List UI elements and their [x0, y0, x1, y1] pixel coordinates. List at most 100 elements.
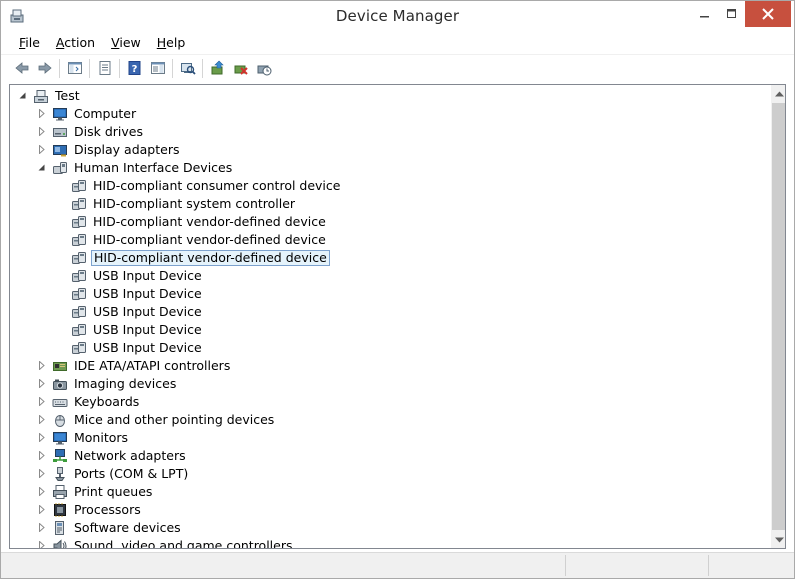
tree-device[interactable]: HID-compliant vendor-defined device [10, 231, 770, 249]
tree-device[interactable]: USB Input Device [10, 303, 770, 321]
menu-mnemonic: A [55, 35, 65, 50]
action-pane-button[interactable] [146, 57, 169, 80]
scroll-thumb[interactable] [772, 103, 785, 530]
tree-expander[interactable] [37, 541, 46, 548]
tree-expander[interactable] [37, 109, 46, 118]
tree-category[interactable]: Mice and other pointing devices [10, 411, 770, 429]
vertical-scrollbar[interactable] [771, 85, 785, 548]
tree-expander[interactable] [37, 415, 46, 424]
tree-expander[interactable] [37, 397, 46, 406]
forward-arrow-button[interactable] [33, 57, 56, 80]
device-manager-window: Device Manager File Action View Help ? Test… [0, 0, 795, 579]
status-bar [1, 552, 794, 578]
close-button[interactable] [745, 1, 791, 27]
expand-arrow-icon [38, 451, 45, 460]
status-pane-main [3, 555, 566, 576]
tree-expander[interactable] [37, 487, 46, 496]
tree-device[interactable]: USB Input Device [10, 267, 770, 285]
expand-arrow-icon [38, 361, 45, 370]
menu-label-rest: elp [166, 35, 186, 50]
tree-category[interactable]: Print queues [10, 483, 770, 501]
expand-arrow-icon [38, 127, 45, 136]
scroll-up-button[interactable] [771, 85, 785, 102]
tree-expander[interactable] [37, 451, 46, 460]
menu-view[interactable]: View [103, 32, 149, 53]
scroll-down-button[interactable] [771, 531, 785, 548]
tree-device[interactable]: HID-compliant vendor-defined device [10, 249, 770, 267]
tree-expander[interactable] [37, 127, 46, 136]
menu-action[interactable]: Action [48, 32, 103, 53]
tree-category[interactable]: Computer [10, 105, 770, 123]
title-bar[interactable]: Device Manager [1, 1, 794, 32]
hid-device-icon [72, 306, 86, 318]
tree-expander[interactable] [37, 433, 46, 442]
tree-expander[interactable] [37, 361, 46, 370]
tree-device[interactable]: USB Input Device [10, 285, 770, 303]
tree-item-label: USB Input Device [93, 322, 202, 337]
tree-item-label: Software devices [74, 520, 181, 535]
tree-expander[interactable] [37, 379, 46, 388]
hid-device-icon [72, 198, 86, 210]
close-icon [762, 8, 774, 20]
status-pane-tertiary [710, 555, 790, 576]
tree-expander[interactable] [37, 145, 46, 154]
tree-category[interactable]: Display adapters [10, 141, 770, 159]
tree-device[interactable]: HID-compliant vendor-defined device [10, 213, 770, 231]
tree-item-label: Keyboards [74, 394, 140, 409]
tree-category[interactable]: Network adapters [10, 447, 770, 465]
show-hide-console-tree-button[interactable] [63, 57, 86, 80]
toolbar-separator [172, 58, 173, 78]
tree-category[interactable]: Software devices [10, 519, 770, 537]
tree-category[interactable]: Keyboards [10, 393, 770, 411]
tree-expander[interactable] [37, 469, 46, 478]
tree-category[interactable]: Ports (COM & LPT) [10, 465, 770, 483]
menu-help[interactable]: Help [149, 32, 194, 53]
tree-category[interactable]: Human Interface Devices [10, 159, 770, 177]
tree-device[interactable]: HID-compliant system controller [10, 195, 770, 213]
tree-expander[interactable] [37, 163, 46, 172]
tree-item-label: HID-compliant vendor-defined device [93, 214, 326, 229]
tree-root[interactable]: Test [10, 87, 770, 105]
tree-category[interactable]: Processors [10, 501, 770, 519]
expand-arrow-icon [38, 487, 45, 496]
help-icon: ? [128, 61, 140, 75]
minimize-button[interactable] [691, 1, 719, 27]
properties-button[interactable] [93, 57, 116, 80]
tree-expander[interactable] [37, 505, 46, 514]
collapse-arrow-icon [38, 164, 45, 171]
maximize-button[interactable] [719, 1, 745, 27]
device-tree[interactable]: Test Computer Disk drives Display adapters H… [10, 85, 770, 548]
tree-item-label: Ports (COM & LPT) [74, 466, 189, 481]
tree-item-label: Monitors [74, 430, 129, 445]
tree-item-label: Computer [74, 106, 137, 121]
enable-device-button[interactable] [252, 57, 275, 80]
uninstall-device-icon [234, 65, 248, 75]
disk-drive-icon [53, 128, 67, 137]
tree-category[interactable]: IDE ATA/ATAPI controllers [10, 357, 770, 375]
uninstall-device-button[interactable] [229, 57, 252, 80]
tree-expander[interactable] [18, 91, 27, 100]
update-driver-button[interactable] [206, 57, 229, 80]
tree-item-label: USB Input Device [93, 304, 202, 319]
scan-hardware-changes-button[interactable] [176, 57, 199, 80]
tree-device[interactable]: HID-compliant consumer control device [10, 177, 770, 195]
hid-device-icon [72, 288, 86, 300]
tree-category[interactable]: Imaging devices [10, 375, 770, 393]
hid-device-icon [72, 324, 86, 336]
tree-item-label: Disk drives [74, 124, 143, 139]
tree-category[interactable]: Monitors [10, 429, 770, 447]
scroll-up-arrow-icon [775, 91, 784, 96]
software-device-icon [55, 521, 64, 535]
tree-device[interactable]: USB Input Device [10, 321, 770, 339]
tree-category[interactable]: Sound, video and game controllers [10, 537, 770, 548]
hid-device-icon [72, 270, 86, 282]
tree-device[interactable]: USB Input Device [10, 339, 770, 357]
menu-file[interactable]: File [11, 32, 48, 53]
help-button[interactable]: ? [123, 57, 146, 80]
window-title: Device Manager [335, 7, 460, 25]
monitor-icon [53, 432, 67, 445]
tree-expander[interactable] [37, 523, 46, 532]
tree-category[interactable]: Disk drives [10, 123, 770, 141]
tree-item-label: HID-compliant consumer control device [93, 178, 341, 193]
back-arrow-button[interactable] [10, 57, 33, 80]
